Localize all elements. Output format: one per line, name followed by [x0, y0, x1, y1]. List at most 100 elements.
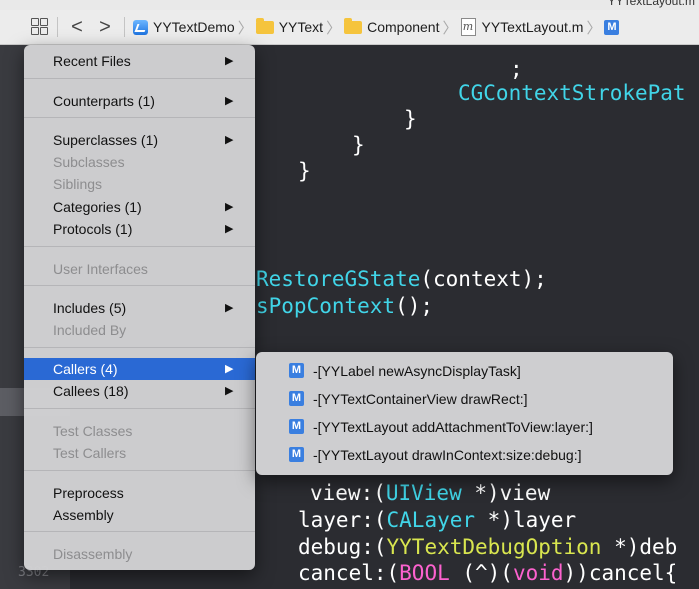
breadcrumb-item-method[interactable]: M [604, 19, 620, 35]
method-icon: M [604, 19, 620, 35]
caller-item[interactable]: M -[YYTextContainerView drawRect:] [256, 386, 673, 412]
code-token: layer:( [298, 508, 387, 532]
window-title: YYTextLayout.m [607, 0, 695, 8]
divider [57, 17, 58, 37]
code-token: *)view [461, 481, 551, 505]
related-items-grid-icon[interactable] [31, 18, 49, 36]
menu-item-recent-files[interactable]: Recent Files ▶ [24, 50, 255, 72]
back-button[interactable]: < [66, 17, 88, 37]
window-title-strip: YYTextLayout.m [0, 0, 699, 10]
code-brace: } [404, 107, 417, 131]
code-token: (^)( [449, 561, 513, 585]
submenu-arrow-icon: ▶ [225, 223, 234, 235]
forward-button[interactable]: > [94, 17, 116, 37]
menu-item-label: Protocols (1) [53, 221, 133, 237]
menu-item-label: Assembly [53, 507, 114, 523]
caller-label: -[YYTextLayout drawInContext:size:debug:… [313, 447, 582, 463]
submenu-arrow-icon: ▶ [225, 95, 234, 107]
breadcrumb-chevron-icon: 〉 [586, 19, 602, 37]
code-token: CALayer [386, 508, 476, 532]
menu-separator [24, 285, 255, 286]
code-line-debug: debug:(YYTextDebugOption *)deb [298, 534, 677, 560]
caller-item[interactable]: M -[YYTextLayout addAttachmentToView:laye… [256, 414, 673, 440]
code-line-layer: layer:(CALayer *)layer [298, 507, 576, 533]
menu-item-subclasses: Subclasses [24, 151, 255, 173]
menu-item-label: Test Classes [53, 423, 133, 439]
menu-item-disassembly: Disassembly [24, 543, 255, 565]
menu-item-preprocess[interactable]: Preprocess [24, 482, 255, 504]
menu-item-label: Recent Files [53, 53, 131, 69]
code-token: void [512, 561, 564, 585]
code-token: ; [510, 57, 523, 81]
code-token: *)deb [601, 535, 678, 559]
submenu-arrow-icon: ▶ [225, 201, 234, 213]
project-icon [133, 19, 148, 35]
code-line-view: view:(UIView *)view [310, 480, 550, 506]
submenu-arrow-icon: ▶ [225, 302, 234, 314]
submenu-arrow-icon: ▶ [225, 385, 234, 397]
menu-separator [24, 78, 255, 79]
method-icon: M [289, 419, 304, 434]
breadcrumb-item-component[interactable]: Component [344, 17, 440, 35]
menu-item-label: Categories (1) [53, 199, 142, 215]
menu-item-categories[interactable]: Categories (1) ▶ [24, 196, 255, 218]
folder-icon [344, 17, 363, 34]
menu-separator [24, 246, 255, 247]
menu-item-label: Preprocess [53, 485, 124, 501]
menu-item-label: Callers (4) [53, 361, 118, 377]
menu-item-protocols[interactable]: Protocols (1) ▶ [24, 218, 255, 240]
menu-item-label: Includes (5) [53, 300, 127, 316]
caller-item[interactable]: M -[YYLabel newAsyncDisplayTask] [256, 358, 673, 384]
related-items-menu: Recent Files ▶ Counterparts (1) ▶ Supercla… [24, 45, 255, 570]
divider [124, 17, 125, 37]
menu-item-test-callers: Test Callers [24, 442, 255, 464]
menu-item-counterparts[interactable]: Counterparts (1) ▶ [24, 90, 255, 112]
code-token: debug:( [298, 535, 387, 559]
submenu-arrow-icon: ▶ [225, 134, 234, 146]
code-token: sPopContext [256, 294, 396, 318]
menu-item-superclasses[interactable]: Superclasses (1) ▶ [24, 129, 255, 151]
menu-item-label: Superclasses (1) [53, 132, 159, 148]
code-token: view:( [310, 481, 386, 505]
menu-item-callees[interactable]: Callees (18) ▶ [24, 380, 255, 402]
breadcrumb-item-project[interactable]: YYTextDemo [133, 19, 235, 35]
menu-separator [24, 531, 255, 532]
menu-item-included-by: Included By [24, 319, 255, 341]
m-file-icon: m [460, 18, 476, 36]
menu-separator [24, 347, 255, 348]
breadcrumb-chevron-icon: 〉 [442, 19, 458, 37]
code-token: CGContextStrokePat [458, 81, 686, 105]
callers-submenu: M -[YYLabel newAsyncDisplayTask] M -[YYTex… [256, 352, 673, 475]
code-line-restore: RestoreGState(context); [256, 266, 547, 292]
breadcrumb-item-group[interactable]: YYText [255, 17, 323, 35]
code-token: RestoreGState [256, 267, 421, 291]
menu-item-label: Disassembly [53, 546, 133, 562]
code-line-pop: sPopContext(); [256, 293, 433, 319]
breadcrumb-label: YYTextDemo [153, 19, 235, 35]
code-token: BOOL [399, 561, 450, 585]
menu-item-label: Callees (18) [53, 383, 129, 399]
menu-separator [24, 470, 255, 471]
code-token: *)layer [475, 508, 577, 532]
jump-bar: < > YYTextDemo 〉 YYText 〉 Component 〉 m … [0, 10, 699, 45]
code-token: ))cancel{ [563, 561, 678, 585]
submenu-arrow-icon: ▶ [225, 363, 234, 375]
menu-item-includes[interactable]: Includes (5) ▶ [24, 297, 255, 319]
code-line-cancel: cancel:(BOOL (^)(void))cancel{ [298, 560, 677, 586]
code-token: cancel:( [298, 561, 400, 585]
breadcrumb: YYTextDemo 〉 YYText 〉 Component 〉 m YYTe… [133, 17, 620, 38]
menu-item-assembly[interactable]: Assembly [24, 504, 255, 526]
menu-item-callers[interactable]: Callers (4) ▶ [24, 358, 255, 380]
menu-item-label: Test Callers [53, 445, 127, 461]
code-brace: } [352, 133, 365, 157]
code-token: (); [395, 294, 434, 318]
menu-item-label: Siblings [53, 176, 103, 192]
caller-label: -[YYTextContainerView drawRect:] [313, 391, 528, 407]
folder-icon [255, 17, 274, 34]
caller-item[interactable]: M -[YYTextLayout drawInContext:size:debug… [256, 442, 673, 468]
breadcrumb-item-file[interactable]: m YYTextLayout.m [460, 18, 583, 36]
code-token: YYTextDebugOption [386, 535, 602, 559]
code-brace: } [298, 159, 311, 183]
breadcrumb-label: Component [367, 19, 440, 35]
method-icon: M [289, 363, 304, 378]
